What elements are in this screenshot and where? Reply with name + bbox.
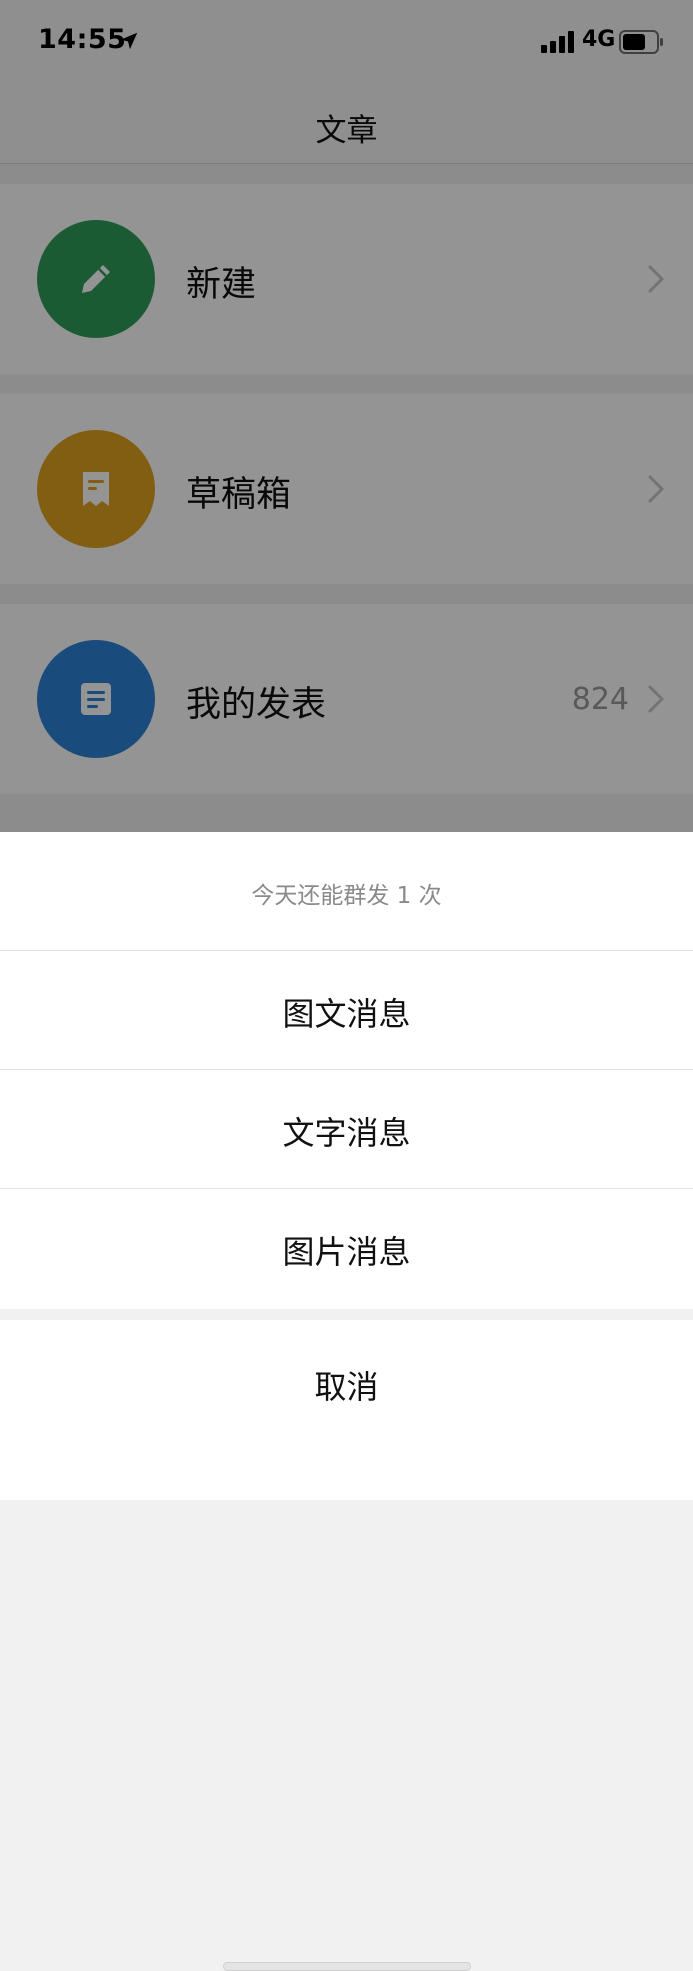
action-sheet-header: 今天还能群发 1 次 — [0, 832, 693, 951]
action-sheet: 今天还能群发 1 次 图文消息 文字消息 图片消息 取消 — [0, 832, 693, 1971]
option-text-message[interactable]: 文字消息 — [0, 1070, 693, 1189]
option-image-message[interactable]: 图片消息 — [0, 1189, 693, 1309]
cancel-button[interactable]: 取消 — [0, 1320, 693, 1971]
option-rich-media-message[interactable]: 图文消息 — [0, 951, 693, 1070]
screen: 14:55 4G 文章 新建 草稿箱 我的发表 824 今天还能群发 1 次 图… — [0, 0, 693, 1971]
action-sheet-header-text: 今天还能群发 1 次 — [251, 883, 442, 909]
home-indicator[interactable] — [223, 1962, 471, 1971]
option-label: 图片消息 — [282, 1233, 411, 1271]
option-label: 文字消息 — [282, 1114, 411, 1152]
cancel-label: 取消 — [314, 1368, 379, 1406]
option-label: 图文消息 — [282, 995, 411, 1033]
